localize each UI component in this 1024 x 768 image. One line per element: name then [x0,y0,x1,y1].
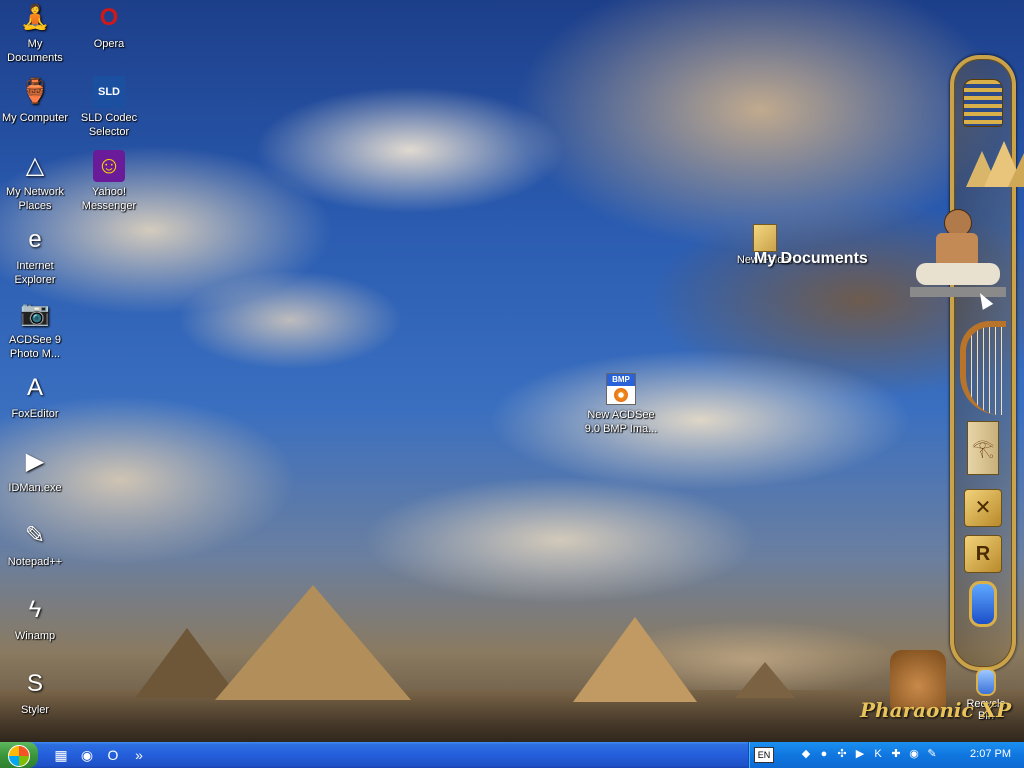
foxeditor-icon: A [26,374,43,401]
desktop-icon-label: Notepad++ [7,556,63,568]
book-icon[interactable]: 𓂀 [967,421,999,475]
desktop-icon-label: My Network Places [5,186,65,212]
pyramids-icon[interactable] [966,141,1024,191]
internet-explorer-icon: e [28,226,42,253]
shield-icon[interactable]: ◆ [799,747,813,761]
desktop-icon[interactable]: e Internet Explorer [0,224,72,287]
winamp-icon: ϟ [28,596,42,623]
acdsee-icon: 📷 [20,300,50,327]
desktop-icon-label: My Documents [7,38,63,64]
seated-scribe-icon[interactable] [910,209,1006,299]
desktop-icon[interactable]: ☺ Yahoo! Messenger [72,150,146,213]
pyramid-right [573,617,697,702]
idm-tray-icon[interactable]: ▶ [853,747,867,761]
desktop-icon-label: IDMan.exe [8,482,62,494]
desktop-icon[interactable]: 📷 ACDSee 9 Photo M... [0,298,72,361]
show-desktop-icon[interactable]: ▦ [52,746,70,764]
taskbar: ▦ ◉ O » EN ◆ ● ✣ ▶ K ✚ ◉ ✎ 2:07 PM [0,742,1024,768]
folder-icon [753,224,777,252]
kaspersky-icon[interactable]: K [871,747,885,761]
desktop-icon-label: My Computer [1,112,69,124]
desktop-icon-label: FoxEditor [11,408,59,420]
desktop-icon[interactable]: 🏺 My Computer [0,76,72,125]
start-button[interactable] [0,742,38,768]
desktop-icon-label: SLD Codec Selector [80,112,138,138]
network-places-icon: △ [25,152,45,179]
network-icon[interactable]: ✣ [835,747,849,761]
messenger-icon[interactable]: ● [817,747,831,761]
desktop-icon-label: Styler [20,704,50,716]
language-indicator[interactable]: EN [754,747,774,763]
desktop-icon-label: Winamp [14,630,56,642]
desktop-icon[interactable]: O Opera [72,2,146,51]
opera-icon: O [99,4,119,31]
pharaonic-sidebar[interactable]: 𓂀 ✕ R [910,55,1024,671]
pyramid-far [735,662,795,698]
desktop-background[interactable]: 🧘 My Documents 🏺 My Computer △ My Network Pla… [0,0,1024,742]
desktop-icon[interactable]: △ My Network Places [0,150,72,213]
desktop-icon[interactable]: ✎ Notepad++ [0,520,72,569]
bmp-badge: BMP [607,374,635,386]
harp-icon[interactable] [960,321,1006,415]
pharaonic-xp-logo: Pharaonic XP [860,640,1011,730]
idman-icon: ▶ [25,448,45,475]
registry-icon[interactable]: R [964,535,1002,573]
windows-logo-icon [8,745,30,767]
camera-icon[interactable]: ◉ [907,747,921,761]
sld-codec-icon: SLD [93,76,125,108]
cartouche-icon[interactable] [969,581,997,627]
pen-icon[interactable]: ✎ [925,747,939,761]
image-disc-icon [614,388,628,402]
opera-launch-icon[interactable]: O [104,746,122,764]
yahoo-messenger-icon: ☺ [93,150,125,182]
desktop-icon-label: Internet Explorer [14,260,56,286]
styler-icon: S [26,670,43,697]
desktop-icon[interactable]: S Styler [0,668,72,717]
my-documents-icon: 🧘 [20,4,50,31]
bmp-file-icon: BMP [606,373,636,405]
clock[interactable]: 2:07 PM [970,748,1011,760]
system-tray: EN ◆ ● ✣ ▶ K ✚ ◉ ✎ 2:07 PM [748,742,1024,768]
my-documents-tooltip: My Documents [754,250,868,267]
tools-icon[interactable]: ✕ [964,489,1002,527]
desktop-icon[interactable]: 🧘 My Documents [0,2,72,65]
tool-icon[interactable]: ✚ [889,747,903,761]
brand-text: Pharaonic XP [860,698,1012,722]
firefox-icon[interactable]: ◉ [78,746,96,764]
notepad-plus-icon: ✎ [24,522,46,549]
pharaoh-mask-icon[interactable] [963,79,1003,127]
my-computer-icon: 🏺 [20,78,50,105]
bmp-file[interactable]: BMP New ACDSee 9.0 BMP Ima... [583,373,659,436]
desktop-icon[interactable]: A FoxEditor [0,372,72,421]
expand-chevron-icon[interactable]: » [130,746,148,764]
pyramid-large [215,585,411,700]
desktop-icon-label: ACDSee 9 Photo M... [9,334,61,360]
desktop-icon[interactable]: ▶ IDMan.exe [0,446,72,495]
bmp-file-label: New ACDSee 9.0 BMP Ima... [584,409,658,435]
desktop-icon[interactable]: ϟ Winamp [0,594,72,643]
desktop-icon[interactable]: SLD SLD Codec Selector [72,76,146,139]
desktop-icon-label: Opera [93,38,125,50]
desktop-icon-label: Yahoo! Messenger [81,186,137,212]
